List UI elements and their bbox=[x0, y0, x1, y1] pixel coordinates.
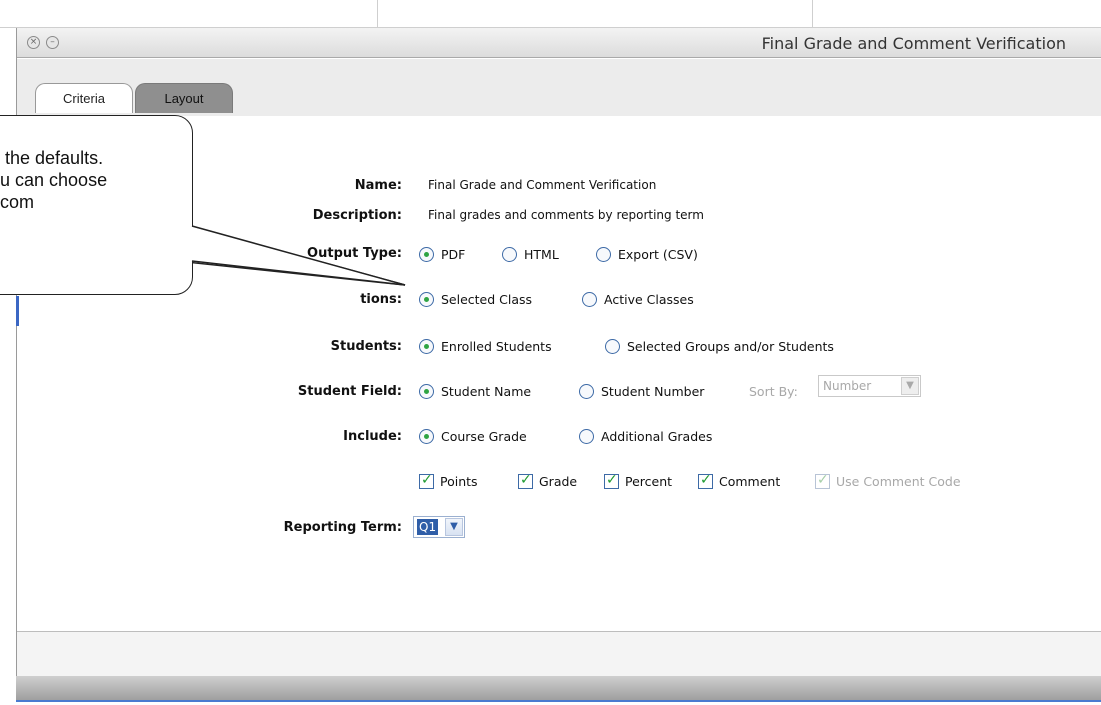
callout-text: the defaults. u can choose com bbox=[0, 148, 108, 212]
callout-pointer-overlay bbox=[190, 225, 406, 286]
